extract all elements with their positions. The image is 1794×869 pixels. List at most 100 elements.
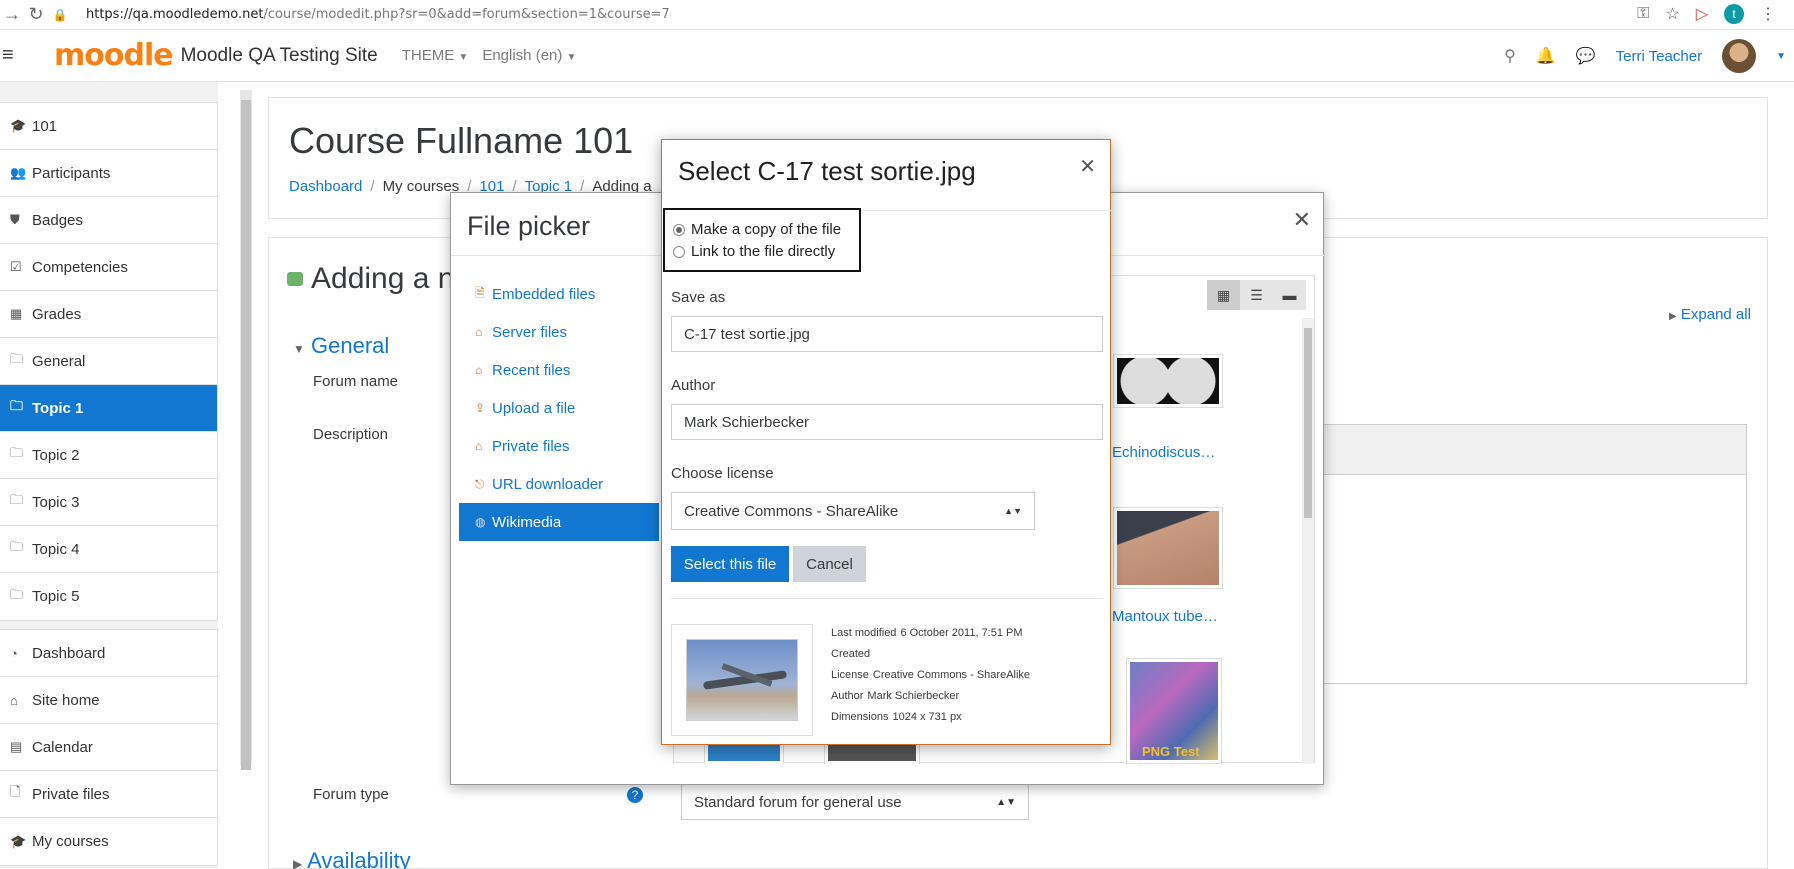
drawer-item-101[interactable]: 🎓 101 xyxy=(0,103,217,150)
grid-view-icon[interactable]: ▦ xyxy=(1207,280,1240,310)
theme-menu[interactable]: THEME ▼ xyxy=(402,47,469,64)
meta-key: Author xyxy=(831,690,864,702)
close-icon[interactable]: ✕ xyxy=(1293,207,1311,233)
profile-avatar[interactable]: t xyxy=(1724,4,1744,24)
radio-link-directly[interactable] xyxy=(673,245,685,258)
radio-make-copy[interactable] xyxy=(673,223,685,236)
drawer-item-label: General xyxy=(32,352,86,370)
description-label: Description xyxy=(313,426,389,443)
menu-dots-icon[interactable]: ⋮ xyxy=(1760,4,1776,24)
scrollbar-thumb[interactable] xyxy=(241,100,251,770)
dashboard-icon: ◔ xyxy=(10,645,18,661)
repository-server-files[interactable]: ⌂ Server files xyxy=(459,313,659,351)
availability-title: Availability xyxy=(307,848,411,869)
chat-icon[interactable]: 💬 xyxy=(1576,46,1596,66)
meta-key: Created xyxy=(831,648,871,660)
help-icon[interactable]: ? xyxy=(627,787,643,803)
save-as-input[interactable]: C-17 test sortie.jpg xyxy=(671,316,1103,352)
key-icon[interactable]: ⚿ xyxy=(1637,5,1649,23)
address-bar[interactable]: https://qa.moodledemo.net/course/modedit… xyxy=(86,7,670,22)
select-this-file-button[interactable]: Select this file xyxy=(671,546,789,582)
file-browser-scrollbar[interactable] xyxy=(1302,318,1314,764)
drawer-item-topic-2[interactable]: 🗀 Topic 2 xyxy=(0,432,217,479)
drawer-item-label: Site home xyxy=(32,691,100,709)
reload-icon[interactable]: ↻ xyxy=(24,4,48,25)
hamburger-icon[interactable]: ≡ xyxy=(2,44,24,67)
drawer-item-competencies[interactable]: ☑ Competencies xyxy=(0,244,217,291)
repository-wikimedia[interactable]: ◍ Wikimedia xyxy=(459,503,659,541)
drawer-item-site-home[interactable]: ⌂ Site home xyxy=(0,677,217,724)
drawer-item-calendar[interactable]: ▤ Calendar xyxy=(0,724,217,771)
folder-icon: 🗀 xyxy=(10,351,24,366)
expand-all-link[interactable]: ▶ Expand all xyxy=(1669,306,1751,323)
repository-icon: ◍ xyxy=(475,515,486,529)
general-section-toggle[interactable]: ▼ General xyxy=(293,333,389,359)
breadcrumb-dashboard[interactable]: Dashboard xyxy=(289,178,362,195)
drawer-item-badges[interactable]: ⛊ Badges xyxy=(0,197,217,244)
user-avatar[interactable] xyxy=(1722,39,1757,73)
option-link-directly-label: Link to the file directly xyxy=(691,243,836,260)
meta-license: License Creative Commons - ShareAlike xyxy=(831,669,1030,681)
users-icon: 👥 xyxy=(10,165,27,180)
drawer-item-topic-5[interactable]: 🗀 Topic 5 xyxy=(0,573,217,620)
nav-drawer: 🎓 101 👥 Participants ⛊ Badges ☑ Competencies ▦ Gr… xyxy=(0,82,218,869)
search-icon[interactable]: ⚲ xyxy=(1504,46,1516,66)
drawer-item-topic-4[interactable]: 🗀 Topic 4 xyxy=(0,526,217,573)
repository-private-files[interactable]: ⌂ Private files xyxy=(459,427,659,465)
repository-recent-files[interactable]: ⌂ Recent files xyxy=(459,351,659,389)
meta-last-modified: Last modified 6 October 2011, 7:51 PM xyxy=(831,627,1023,639)
drawer-item-participants[interactable]: 👥 Participants xyxy=(0,150,217,197)
availability-section-toggle[interactable]: ▶ Availability xyxy=(293,848,411,869)
folder-icon: 🗀 xyxy=(10,539,24,554)
select-file-dialog: Select C-17 test sortie.jpg ✕ Make a cop… xyxy=(661,139,1112,745)
repository-embedded-files[interactable]: 🗎 Embedded files xyxy=(459,275,659,313)
language-menu[interactable]: English (en) ▼ xyxy=(482,47,576,64)
file-link-mantoux[interactable]: Mantoux tube… xyxy=(1112,608,1218,625)
repository-label: Embedded files xyxy=(492,285,596,303)
file-link-echinodiscus[interactable]: Echinodiscus… xyxy=(1112,444,1215,461)
forum-type-select[interactable]: Standard forum for general use ▲▼ xyxy=(681,784,1029,820)
close-icon[interactable]: ✕ xyxy=(1079,154,1096,179)
option-link-directly[interactable]: Link to the file directly xyxy=(673,243,835,260)
drawer-item-topic-3[interactable]: 🗀 Topic 3 xyxy=(0,479,217,526)
drawer-scrollbar[interactable] xyxy=(240,90,252,770)
save-as-label: Save as xyxy=(671,289,726,306)
list-view-icon[interactable]: ☰ xyxy=(1240,280,1273,310)
repository-url-downloader[interactable]: ⎋ URL downloader xyxy=(459,465,659,503)
folder-icon: 🗀 xyxy=(10,492,24,507)
extension-icon[interactable]: ▷ xyxy=(1696,4,1708,24)
option-make-copy[interactable]: Make a copy of the file xyxy=(673,221,841,238)
repository-icon: ⇪ xyxy=(475,401,486,415)
scrollbar-thumb[interactable] xyxy=(1304,328,1312,518)
file-icon: 🗋 xyxy=(10,784,21,799)
star-icon[interactable]: ☆ xyxy=(1665,4,1679,24)
drawer-item-private-files[interactable]: 🗋 Private files xyxy=(0,771,217,818)
drawer-item-topic-1[interactable]: 🗀 Topic 1 xyxy=(0,385,217,432)
bell-icon[interactable]: 🔔 xyxy=(1536,46,1556,66)
drawer-item-my-courses[interactable]: 🎓 My courses xyxy=(0,818,217,865)
breadcrumb-separator: / xyxy=(370,178,375,195)
description-editor[interactable] xyxy=(1321,424,1747,684)
file-thumbnail[interactable] xyxy=(1113,507,1223,589)
author-input[interactable]: Mark Schierbecker xyxy=(671,404,1103,440)
option-make-copy-label: Make a copy of the file xyxy=(691,221,842,238)
file-link-png-test[interactable]: PNG Test xyxy=(1142,744,1200,759)
table-icon: ▦ xyxy=(10,306,23,321)
forward-icon[interactable]: → xyxy=(0,4,24,25)
caret-down-icon: ▼ xyxy=(566,52,577,63)
tree-view-icon[interactable]: ▬ xyxy=(1273,280,1306,310)
drawer-item-grades[interactable]: ▦ Grades xyxy=(0,291,217,338)
drawer-item-dashboard[interactable]: ◔ Dashboard xyxy=(0,630,217,677)
repository-upload-a-file[interactable]: ⇪ Upload a file xyxy=(459,389,659,427)
caret-down-icon[interactable]: ▼ xyxy=(1776,51,1786,62)
moodle-logo[interactable]: moodle xyxy=(54,38,174,73)
drawer-item-general[interactable]: 🗀 General xyxy=(0,338,217,385)
general-section-title: General xyxy=(311,333,390,358)
user-menu-name[interactable]: Terri Teacher xyxy=(1616,48,1702,65)
file-thumbnail[interactable] xyxy=(1113,354,1223,408)
cancel-button[interactable]: Cancel xyxy=(793,546,866,582)
select-file-title: Select C-17 test sortie.jpg xyxy=(678,156,976,186)
site-name[interactable]: Moodle QA Testing Site xyxy=(181,45,378,67)
license-select[interactable]: Creative Commons - ShareAlike ▲▼ xyxy=(671,492,1035,530)
site-nav-group: ◔ Dashboard ⌂ Site home ▤ Calendar 🗋 Private fi… xyxy=(0,629,218,866)
